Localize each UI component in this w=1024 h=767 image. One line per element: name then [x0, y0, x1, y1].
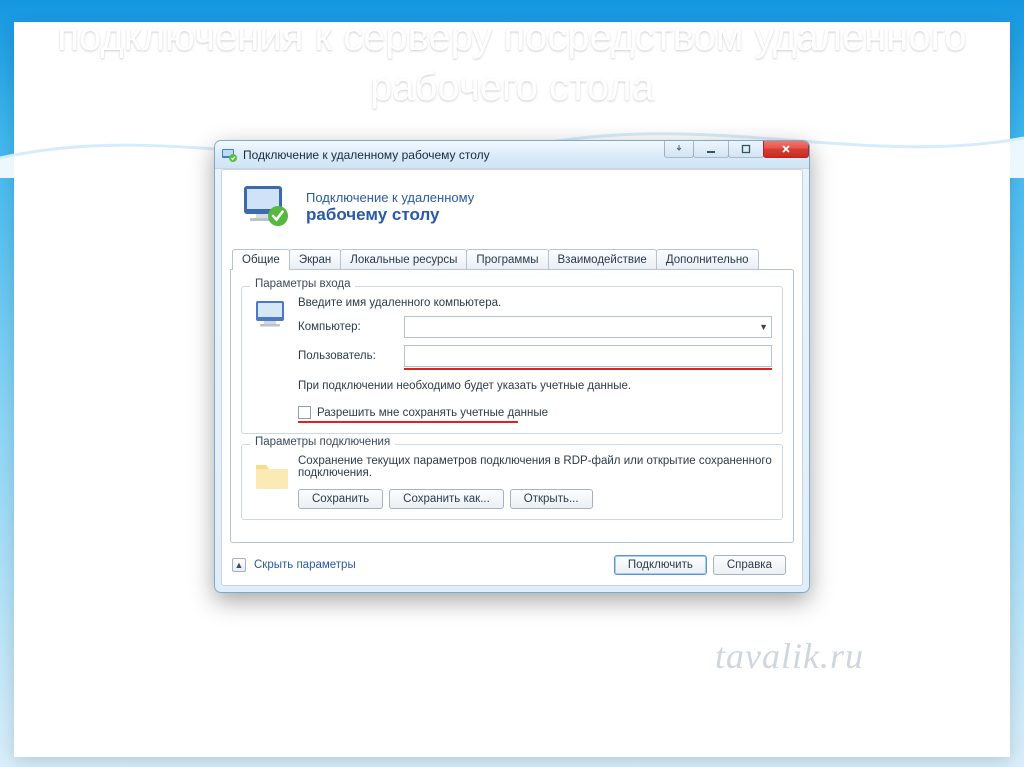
- group-login: Параметры входа Введите имя удаленного: [241, 286, 783, 434]
- tab-panel-general: Параметры входа Введите имя удаленного: [230, 269, 794, 543]
- group-connection-params: Параметры подключения Сохранение текущих…: [241, 444, 783, 520]
- window-title: Подключение к удаленному рабочему столу: [243, 148, 490, 162]
- connect-button[interactable]: Подключить: [614, 555, 707, 575]
- login-note: При подключении необходимо будет указать…: [298, 380, 772, 392]
- computer-combo[interactable]: [404, 316, 772, 338]
- user-input[interactable]: [404, 345, 772, 367]
- folder-icon: [252, 455, 292, 509]
- remember-label: Разрешить мне сохранять учетные данные: [317, 407, 548, 419]
- tab-programs[interactable]: Программы: [466, 249, 548, 270]
- remember-checkbox[interactable]: [298, 406, 311, 419]
- app-icon: [221, 147, 237, 163]
- highlight-remember: [298, 421, 518, 423]
- maximize-button[interactable]: [728, 140, 764, 158]
- close-button[interactable]: [763, 140, 809, 158]
- save-button[interactable]: Сохранить: [298, 489, 383, 509]
- tab-experience[interactable]: Взаимодействие: [548, 249, 657, 270]
- header-line1: Подключение к удаленному: [306, 190, 474, 205]
- header-line2: рабочему столу: [306, 205, 474, 225]
- minimize-button[interactable]: [693, 140, 729, 158]
- dialog-header: Подключение к удаленному рабочему столу: [230, 178, 794, 244]
- computer-label: Компьютер:: [298, 321, 404, 333]
- save-as-button[interactable]: Сохранить как...: [389, 489, 504, 509]
- group-login-title: Параметры входа: [250, 278, 355, 290]
- highlight-user: [404, 368, 772, 370]
- tab-general[interactable]: Общие: [232, 249, 290, 270]
- pin-button[interactable]: [664, 140, 694, 158]
- open-button[interactable]: Открыть...: [510, 489, 593, 509]
- slide-title: подключения к серверу посредством удален…: [0, 12, 1024, 112]
- tab-local-res[interactable]: Локальные ресурсы: [340, 249, 467, 270]
- title-bar[interactable]: Подключение к удаленному рабочему столу: [215, 141, 809, 169]
- conn-text: Сохранение текущих параметров подключени…: [298, 455, 772, 479]
- login-instruction: Введите имя удаленного компьютера.: [298, 297, 772, 309]
- rdp-window: Подключение к удаленному рабочему столу: [214, 140, 810, 593]
- hide-params-link[interactable]: Скрыть параметры: [254, 559, 356, 571]
- tab-strip: Общие Экран Локальные ресурсы Программы …: [230, 248, 794, 269]
- window-buttons: [665, 140, 809, 158]
- collapse-params-icon[interactable]: ▲: [232, 558, 246, 572]
- user-label: Пользователь:: [298, 350, 404, 362]
- monitor-icon: [240, 184, 292, 230]
- tab-display[interactable]: Экран: [289, 249, 341, 270]
- help-button[interactable]: Справка: [713, 555, 786, 575]
- tab-advanced[interactable]: Дополнительно: [656, 249, 759, 270]
- group-conn-title: Параметры подключения: [250, 436, 395, 448]
- computer-icon: [252, 297, 292, 423]
